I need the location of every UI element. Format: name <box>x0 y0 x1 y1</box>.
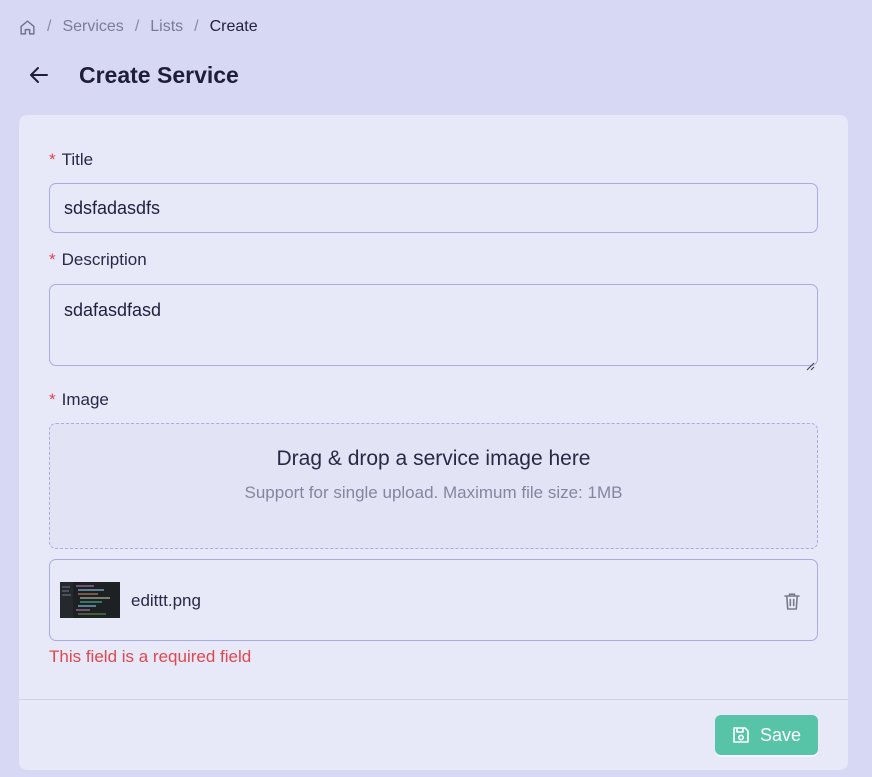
save-icon <box>732 726 750 744</box>
breadcrumb: / Services / Lists / Create <box>19 17 258 37</box>
trash-icon[interactable] <box>783 592 801 611</box>
dropzone-subtitle: Support for single upload. Maximum file … <box>244 483 623 502</box>
breadcrumb-item-create: Create <box>209 18 258 35</box>
required-marker: * <box>49 250 56 269</box>
description-label-text: Description <box>61 250 147 269</box>
title-label: * Title <box>49 150 93 170</box>
form-card: * Title sdsfadasdfs * Description sdafasdf… <box>19 115 848 770</box>
dropzone-title: Drag & drop a service image here <box>276 447 591 470</box>
breadcrumb-separator: / <box>47 18 52 35</box>
resize-grip-icon[interactable] <box>805 353 815 371</box>
image-dropzone[interactable]: Drag & drop a service image here Support… <box>49 423 818 549</box>
required-marker: * <box>49 150 56 169</box>
file-thumbnail <box>60 582 120 618</box>
home-icon[interactable] <box>19 19 36 36</box>
description-value: sdafasdfasd <box>64 300 162 320</box>
description-label: * Description <box>49 250 147 270</box>
image-error-message: This field is a required field <box>49 647 252 666</box>
page-header: Create Service <box>27 60 239 90</box>
save-button-label: Save <box>759 724 802 745</box>
file-name: edittt.png <box>131 591 201 610</box>
save-button[interactable]: Save <box>715 715 818 755</box>
breadcrumb-separator: / <box>134 18 140 35</box>
footer-divider <box>19 699 848 700</box>
uploaded-file-item: edittt.png <box>49 559 818 641</box>
required-marker: * <box>49 390 56 409</box>
description-textarea[interactable]: sdafasdfasd <box>49 284 818 371</box>
breadcrumb-item-services[interactable]: Services <box>62 18 123 36</box>
title-input[interactable]: sdsfadasdfs <box>49 183 818 233</box>
breadcrumb-item-lists[interactable]: Lists <box>150 18 183 36</box>
image-label-text: Image <box>61 390 109 409</box>
page-title: Create Service <box>79 61 239 88</box>
title-label-text: Title <box>61 150 94 169</box>
image-label: * Image <box>49 390 109 410</box>
breadcrumb-separator: / <box>194 18 199 35</box>
arrow-left-icon[interactable] <box>27 63 51 87</box>
